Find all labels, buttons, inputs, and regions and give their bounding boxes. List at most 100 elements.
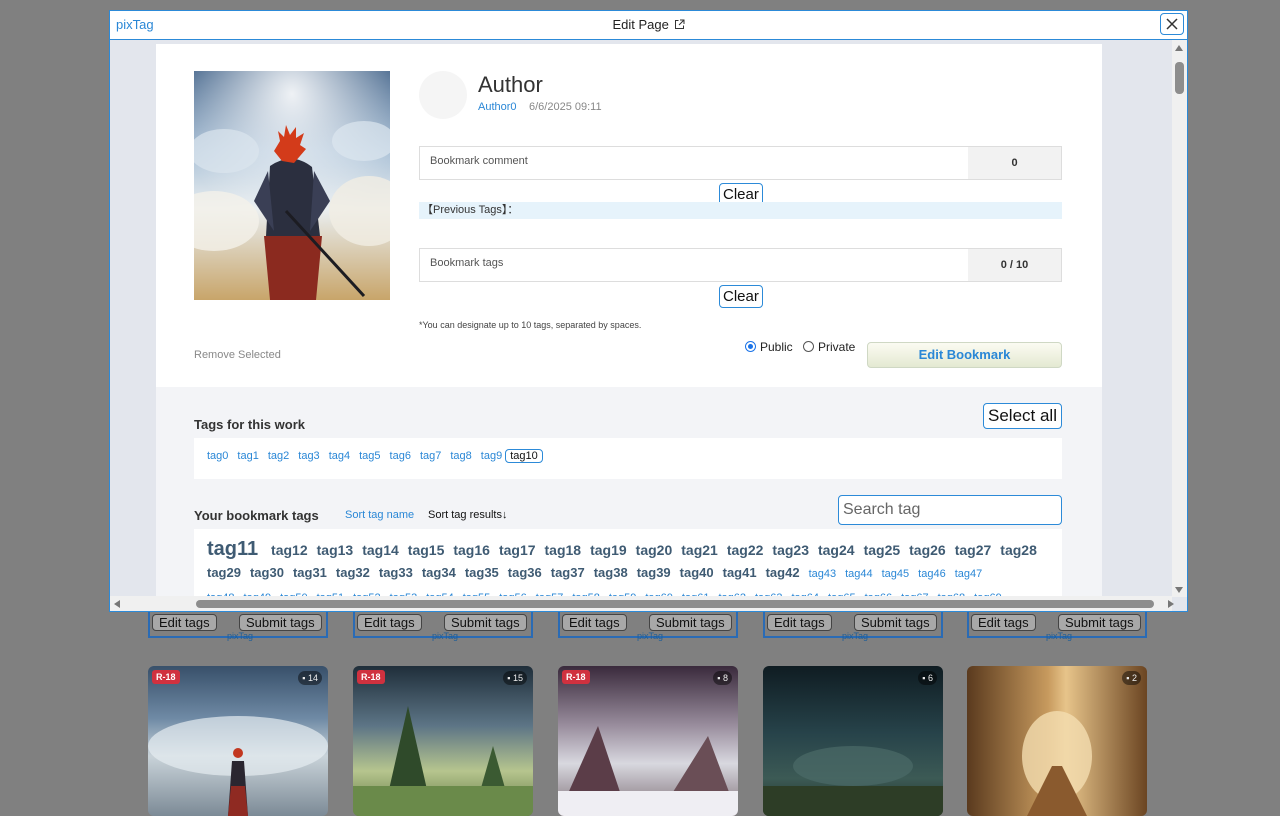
- horizontal-scrollbar[interactable]: [110, 596, 1174, 611]
- my-tag[interactable]: tag41: [723, 565, 757, 580]
- my-tag[interactable]: tag39: [637, 565, 671, 580]
- pages-icon: ▪: [922, 673, 926, 683]
- submit-tags-button[interactable]: Submit tags: [1058, 614, 1141, 631]
- remove-selected-button[interactable]: Remove Selected: [194, 349, 281, 361]
- my-tag[interactable]: tag34: [422, 565, 456, 580]
- my-tag[interactable]: tag28: [1000, 542, 1037, 558]
- previous-tags: 【Previous Tags】：: [419, 202, 1062, 219]
- scroll-up-icon[interactable]: [1175, 45, 1183, 51]
- work-tag[interactable]: tag8: [450, 450, 471, 462]
- my-tag[interactable]: tag20: [636, 542, 673, 558]
- edit-tags-button[interactable]: Edit tags: [562, 614, 627, 631]
- pixtag-label: pixTag: [431, 631, 458, 641]
- my-tag[interactable]: tag27: [955, 542, 992, 558]
- my-tag[interactable]: tag42: [766, 565, 800, 580]
- my-tag[interactable]: tag21: [681, 542, 718, 558]
- vertical-scrollbar[interactable]: [1172, 40, 1187, 597]
- work-tag[interactable]: tag2: [268, 450, 289, 462]
- scroll-left-icon[interactable]: [114, 600, 120, 608]
- edit-tags-button[interactable]: Edit tags: [767, 614, 832, 631]
- tags-field: 0 / 10: [419, 248, 1062, 282]
- work-tag[interactable]: tag3: [298, 450, 319, 462]
- edit-bookmark-button[interactable]: Edit Bookmark: [867, 342, 1062, 368]
- my-tag[interactable]: tag47: [955, 568, 983, 580]
- my-tag[interactable]: tag15: [408, 542, 445, 558]
- submit-tags-button[interactable]: Submit tags: [649, 614, 732, 631]
- my-tag[interactable]: tag38: [594, 565, 628, 580]
- edit-tags-button[interactable]: Edit tags: [152, 614, 217, 631]
- bookmark-tags-input[interactable]: [430, 257, 950, 269]
- my-tag[interactable]: tag31: [293, 565, 327, 580]
- work-tag[interactable]: tag7: [420, 450, 441, 462]
- external-link-icon[interactable]: [674, 19, 685, 30]
- my-tag[interactable]: tag12: [271, 542, 308, 558]
- work-tag[interactable]: tag4: [329, 450, 350, 462]
- my-tag[interactable]: tag44: [845, 568, 873, 580]
- my-tag[interactable]: tag36: [508, 565, 542, 580]
- public-radio[interactable]: Public: [745, 340, 793, 354]
- my-tags-box: tag11 tag12 tag13 tag14 tag15 tag16 tag17 tag1…: [194, 529, 1062, 604]
- gallery-thumbnail[interactable]: R-18 ▪ 8: [558, 666, 738, 816]
- modal-header: pixTag Edit Page: [110, 11, 1187, 40]
- author-link[interactable]: Author0: [478, 101, 517, 113]
- my-tag[interactable]: tag23: [772, 542, 809, 558]
- my-tag[interactable]: tag18: [545, 542, 582, 558]
- my-tag[interactable]: tag26: [909, 542, 946, 558]
- sort-tag-name-link[interactable]: Sort tag name: [345, 509, 414, 521]
- my-tag[interactable]: tag16: [453, 542, 490, 558]
- sort-tag-results-link[interactable]: Sort tag results↓: [428, 509, 507, 521]
- pixtag-label: pixTag: [226, 631, 253, 641]
- edit-tags-button[interactable]: Edit tags: [357, 614, 422, 631]
- scroll-thumb[interactable]: [1175, 62, 1184, 94]
- work-tag[interactable]: tag0: [207, 450, 228, 462]
- my-tag[interactable]: tag13: [317, 542, 354, 558]
- work-tag[interactable]: tag9: [481, 450, 502, 462]
- gallery-thumbnail[interactable]: R-18 ▪ 14: [148, 666, 328, 816]
- artwork-image: [763, 746, 943, 816]
- my-tag[interactable]: tag45: [882, 568, 910, 580]
- radio-selected-icon[interactable]: [745, 341, 756, 352]
- my-tag[interactable]: tag25: [864, 542, 901, 558]
- my-tag[interactable]: tag32: [336, 565, 370, 580]
- my-tag[interactable]: tag33: [379, 565, 413, 580]
- my-tag[interactable]: tag17: [499, 542, 536, 558]
- page-count: ▪ 2: [1122, 671, 1141, 685]
- my-tag[interactable]: tag22: [727, 542, 764, 558]
- my-tag[interactable]: tag19: [590, 542, 627, 558]
- scroll-down-icon[interactable]: [1175, 587, 1183, 593]
- my-tag[interactable]: tag35: [465, 565, 499, 580]
- radio-unselected-icon[interactable]: [803, 341, 814, 352]
- tag-cloud-row: tag11 tag12 tag13 tag14 tag15 tag16 tag17 tag1…: [207, 538, 1046, 561]
- close-button[interactable]: [1160, 13, 1184, 35]
- my-tag[interactable]: tag14: [362, 542, 399, 558]
- avatar[interactable]: [419, 71, 467, 119]
- bookmark-comment-input[interactable]: [430, 155, 950, 167]
- edit-tags-button[interactable]: Edit tags: [971, 614, 1036, 631]
- select-all-button[interactable]: Select all: [983, 403, 1062, 429]
- my-tag[interactable]: tag29: [207, 565, 241, 580]
- work-tag[interactable]: tag1: [237, 450, 258, 462]
- submit-tags-button[interactable]: Submit tags: [444, 614, 527, 631]
- scroll-thumb[interactable]: [196, 600, 1154, 608]
- submit-tags-button[interactable]: Submit tags: [239, 614, 322, 631]
- my-tag[interactable]: tag24: [818, 542, 855, 558]
- search-tag-input[interactable]: [838, 495, 1062, 525]
- work-tag[interactable]: tag5: [359, 450, 380, 462]
- my-tag[interactable]: tag11: [207, 538, 258, 560]
- work-tag[interactable]: tag6: [390, 450, 411, 462]
- my-tag[interactable]: tag37: [551, 565, 585, 580]
- gallery-thumbnail[interactable]: R-18 ▪ 15: [353, 666, 533, 816]
- clear-tags-button[interactable]: Clear: [719, 285, 763, 308]
- my-tag[interactable]: tag30: [250, 565, 284, 580]
- my-tag[interactable]: tag40: [680, 565, 714, 580]
- work-tag-selected[interactable]: tag10: [505, 449, 543, 463]
- submit-tags-button[interactable]: Submit tags: [854, 614, 937, 631]
- private-radio[interactable]: Private: [803, 340, 855, 354]
- gallery-thumbnail[interactable]: ▪ 2: [967, 666, 1147, 816]
- my-tag[interactable]: tag46: [918, 568, 946, 580]
- my-tag[interactable]: tag43: [809, 568, 837, 580]
- scroll-right-icon[interactable]: [1168, 600, 1174, 608]
- gallery-thumbnail[interactable]: ▪ 6: [763, 666, 943, 816]
- artwork-image: [148, 716, 328, 816]
- pixtag-label: pixTag: [1045, 631, 1072, 641]
